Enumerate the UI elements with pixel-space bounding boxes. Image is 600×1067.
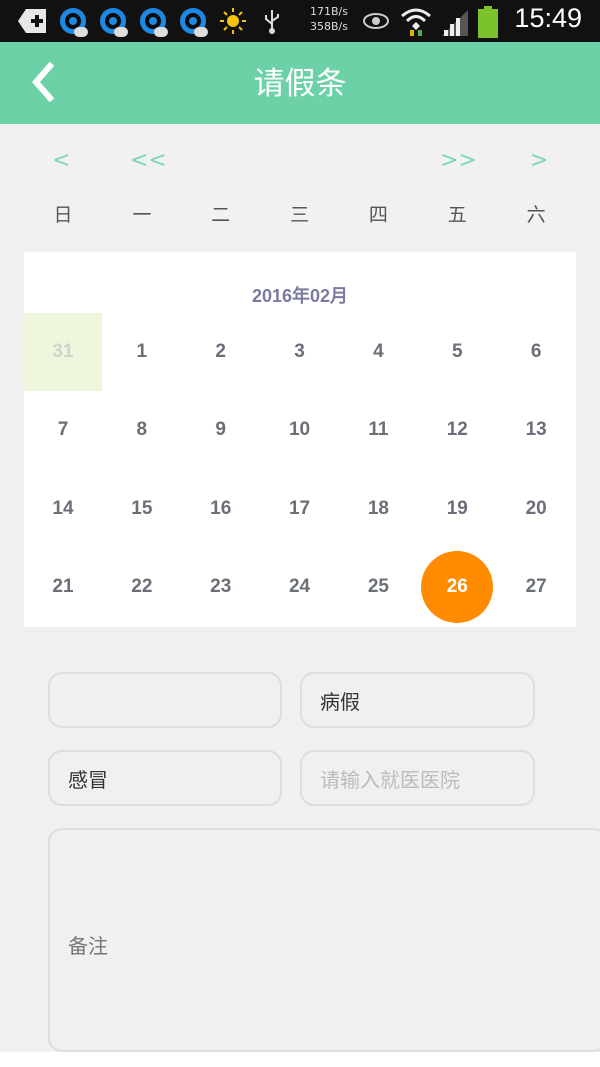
weekday-sun: 日 <box>53 204 73 226</box>
day-cell[interactable]: 11 <box>339 391 417 469</box>
day-cell[interactable]: 22 <box>103 548 181 626</box>
day-cell[interactable]: 24 <box>261 548 339 626</box>
day-number: 24 <box>288 576 311 598</box>
day-cell[interactable]: 4 <box>339 313 417 391</box>
page-title: 请假条 <box>253 66 347 102</box>
reason-field[interactable]: 感冒 <box>48 750 282 806</box>
day-cell[interactable]: 17 <box>261 470 339 548</box>
day-cell-prev-month[interactable]: 31 <box>24 313 102 391</box>
day-number: 10 <box>288 419 311 441</box>
clock: 15:49 <box>514 3 582 33</box>
day-number: 23 <box>210 576 232 598</box>
status-bar: 171B/s 358B/s 15:49 <box>0 0 600 42</box>
day-cell[interactable]: 25 <box>339 548 417 626</box>
day-cell[interactable]: 16 <box>182 470 260 548</box>
day-cell[interactable]: 2 <box>182 313 260 391</box>
day-number: 14 <box>52 497 74 519</box>
day-number: 2 <box>215 341 226 362</box>
calendar-header: < << >> > 日 一 二 三 四 五 六 <box>24 124 576 232</box>
usb-icon <box>262 8 288 34</box>
day-number: 5 <box>451 341 463 362</box>
sun-icon <box>220 8 246 34</box>
reason-value: 感冒 <box>68 767 108 792</box>
day-number: 8 <box>136 419 148 441</box>
upload-rate: 171B/s <box>310 5 348 18</box>
day-cell[interactable]: 18 <box>339 470 417 548</box>
day-cell[interactable]: 13 <box>497 391 575 469</box>
day-number: 31 <box>52 341 74 362</box>
day-number: 3 <box>294 341 305 362</box>
day-cell[interactable]: 20 <box>497 470 575 548</box>
prev-month-button[interactable]: < <box>52 146 70 176</box>
day-cell[interactable]: 1 <box>103 313 181 391</box>
app-header: 请假条 <box>0 42 600 124</box>
network-rate: 171B/s 358B/s <box>310 4 348 34</box>
day-number: 17 <box>288 497 311 519</box>
day-number: 12 <box>446 419 468 441</box>
day-cell[interactable]: 27 <box>497 548 575 626</box>
day-number: 6 <box>530 341 542 362</box>
wifi-icon <box>400 6 432 36</box>
day-number: 4 <box>373 341 384 362</box>
day-cell[interactable]: 5 <box>418 313 496 391</box>
day-cell[interactable]: 9 <box>182 391 260 469</box>
leave-type-value: 病假 <box>320 689 360 714</box>
day-number: 21 <box>52 576 74 598</box>
add-notification-icon <box>18 9 48 33</box>
day-number: 19 <box>446 497 468 519</box>
day-number: 11 <box>368 419 389 441</box>
day-cell[interactable]: 7 <box>24 391 102 469</box>
hospital-placeholder: 请输入就医医院 <box>320 767 460 792</box>
weekday-fri: 五 <box>447 204 467 226</box>
day-cell[interactable]: 15 <box>103 470 181 548</box>
next-year-button[interactable]: >> <box>440 146 477 176</box>
weekday-tue: 二 <box>211 204 231 226</box>
day-cell[interactable]: 6 <box>497 313 575 391</box>
selected-day-number: 26 <box>421 551 494 624</box>
day-number: 7 <box>57 419 69 441</box>
day-cell[interactable]: 3 <box>261 313 339 391</box>
day-number: 20 <box>525 497 547 519</box>
leave-type-field[interactable]: 病假 <box>300 672 535 728</box>
qq-notification-icon <box>140 8 168 37</box>
weekday-wed: 三 <box>290 204 310 226</box>
download-rate: 358B/s <box>310 20 348 33</box>
day-number: 25 <box>367 576 389 598</box>
calendar-grid: 2016年02月 31 1 2 3 4 5 6 7 8 9 10 11 12 13 14 15 16 17 18 19… <box>24 252 576 627</box>
day-number: 9 <box>215 419 226 441</box>
month-label: 2016年02月 <box>251 286 349 306</box>
day-cell[interactable]: 19 <box>418 470 496 548</box>
battery-icon <box>478 6 498 38</box>
day-number: 18 <box>367 497 389 519</box>
day-cell-selected[interactable]: 26 <box>418 548 496 626</box>
bottom-strip <box>0 1052 600 1067</box>
day-cell[interactable]: 8 <box>103 391 181 469</box>
weekday-sat: 六 <box>526 204 546 226</box>
notes-textarea[interactable]: 备注 <box>48 828 600 1052</box>
qq-notification-icon <box>180 8 208 37</box>
day-cell[interactable]: 23 <box>182 548 260 626</box>
hospital-input[interactable]: 请输入就医医院 <box>300 750 535 806</box>
day-cell[interactable]: 12 <box>418 391 496 469</box>
day-number: 27 <box>525 576 547 598</box>
day-number: 22 <box>131 576 153 598</box>
eye-icon <box>362 10 389 36</box>
next-month-button[interactable]: > <box>530 146 548 176</box>
qq-notification-icon <box>100 8 128 37</box>
qq-notification-icon <box>60 8 88 37</box>
day-number: 13 <box>525 419 547 441</box>
day-number: 16 <box>210 497 232 519</box>
weekday-mon: 一 <box>132 204 152 226</box>
notes-label: 备注 <box>68 934 108 958</box>
day-cell[interactable]: 21 <box>24 548 102 626</box>
day-cell[interactable]: 10 <box>261 391 339 469</box>
day-number: 1 <box>136 341 148 362</box>
prev-year-button[interactable]: << <box>130 146 167 176</box>
signal-icon <box>440 6 470 36</box>
leave-date-field[interactable] <box>48 672 282 728</box>
weekday-thu: 四 <box>368 204 388 226</box>
day-number: 15 <box>131 497 153 519</box>
day-cell[interactable]: 14 <box>24 470 102 548</box>
